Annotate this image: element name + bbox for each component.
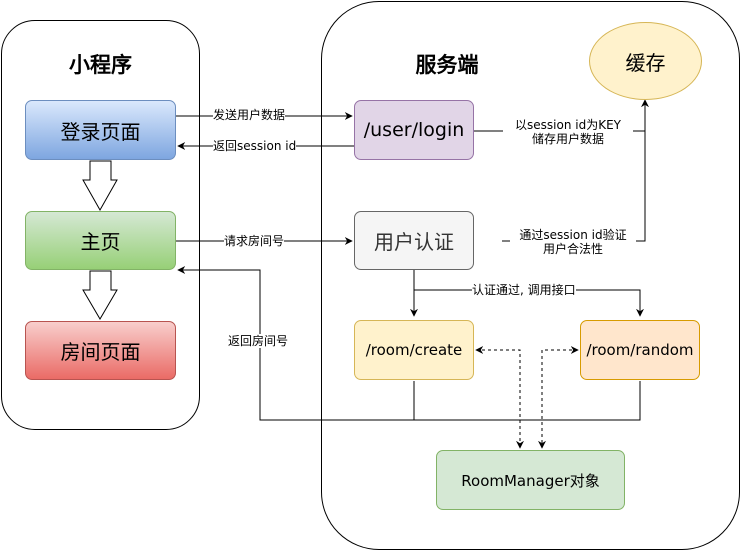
room-manager-node: RoomManager对象 <box>436 450 625 510</box>
room-page-node: 房间页面 <box>25 321 176 380</box>
label-verify: 通过session id验证 用户合法性 <box>510 228 636 256</box>
cache-node: 缓存 <box>589 22 702 100</box>
user-auth-node: 用户认证 <box>354 211 474 270</box>
room-random-endpoint-node: /room/random <box>580 320 700 380</box>
label-store-data-line2: 储存用户数据 <box>531 132 604 146</box>
label-return-room: 返回房间号 <box>228 334 289 348</box>
label-verify-line2: 用户合法性 <box>542 242 603 256</box>
label-auth-passed: 认证通过, 调用接口 <box>472 283 576 297</box>
architecture-diagram: 小程序 服务端 登录页面 主页 房间页面 缓存 /user/login 用户认证… <box>0 0 741 551</box>
login-page-node: 登录页面 <box>25 100 176 160</box>
mini-program-title: 小程序 <box>69 53 132 77</box>
label-return-session: 返回session id <box>213 139 297 153</box>
room-create-endpoint-node: /room/create <box>354 320 474 380</box>
user-login-endpoint-node: /user/login <box>354 100 474 160</box>
server-title: 服务端 <box>415 53 479 77</box>
home-page-node: 主页 <box>25 211 176 270</box>
label-send-user-data: 发送用户数据 <box>213 108 286 122</box>
label-store-data: 以session id为KEY 储存用户数据 <box>503 118 633 146</box>
label-store-data-line1: 以session id为KEY <box>515 118 621 132</box>
label-verify-line1: 通过session id验证 <box>519 228 627 242</box>
label-request-room: 请求房间号 <box>224 234 285 248</box>
